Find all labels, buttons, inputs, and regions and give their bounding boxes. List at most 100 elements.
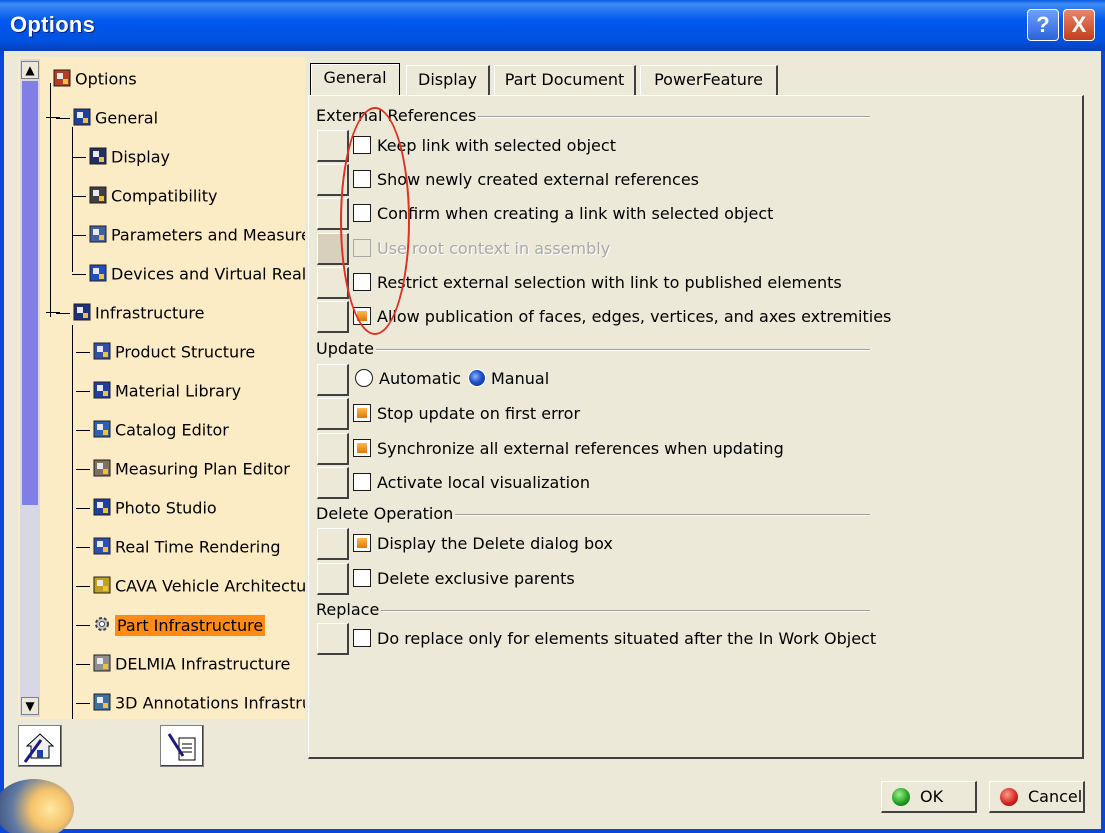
tree-item-part-infrastructure[interactable]: Part Infrastructure	[92, 612, 266, 638]
tree-item-label: Compatibility	[111, 186, 218, 206]
scroll-thumb[interactable]	[22, 81, 38, 505]
house-tools-icon	[23, 733, 55, 763]
options-export-button[interactable]	[160, 725, 204, 767]
checkbox[interactable]	[353, 569, 371, 587]
tree-item-label: General	[95, 108, 159, 128]
tree-item-cava-vehicle-architectur[interactable]: CAVA Vehicle Architectur	[92, 573, 305, 599]
tree-item-devices-and-virtual-realit[interactable]: Devices and Virtual Realit	[88, 261, 305, 287]
lock-icon[interactable]	[317, 528, 349, 560]
tree-item-real-time-rendering[interactable]: Real Time Rendering	[92, 534, 281, 560]
tree-line	[72, 196, 86, 197]
option-label: Confirm when creating a link with select…	[377, 204, 774, 223]
lock-icon[interactable]	[317, 398, 349, 430]
general-icon	[72, 107, 92, 127]
tree-line	[56, 118, 70, 119]
option-label: Show newly created external references	[377, 170, 700, 189]
cancel-label: Cancel	[1028, 787, 1083, 806]
tree-line	[76, 664, 90, 665]
tree-item-3d-annotations-infrastru[interactable]: 3D Annotations Infrastru	[92, 690, 305, 716]
lock-icon[interactable]	[317, 467, 349, 499]
cancel-red-icon	[1000, 788, 1018, 806]
tree-item-photo-studio[interactable]: Photo Studio	[92, 495, 217, 521]
checkbox[interactable]	[353, 439, 371, 457]
tree-line	[76, 586, 90, 587]
option-label: Allow publication of faces, edges, verti…	[377, 307, 892, 326]
tab-powerfeature[interactable]: PowerFeature	[640, 65, 778, 95]
tree-item-label: Product Structure	[115, 342, 256, 362]
lock-icon[interactable]	[317, 623, 349, 655]
checkbox[interactable]	[353, 404, 371, 422]
display-icon	[88, 146, 108, 166]
option-label: Synchronize all external references when…	[377, 439, 784, 458]
lock-icon[interactable]	[317, 301, 349, 333]
tree-item-material-library[interactable]: Material Library	[92, 378, 241, 404]
checkbox[interactable]	[353, 534, 371, 552]
tree-item-infrastructure[interactable]: Infrastructure	[72, 300, 204, 326]
tree-item-label: DELMIA Infrastructure	[115, 654, 291, 674]
options-home-button[interactable]	[18, 725, 62, 767]
title-bar: Options ? X	[0, 0, 1105, 51]
option-label: Display the Delete dialog box	[377, 534, 613, 553]
option-label: Restrict external selection with link to…	[377, 273, 842, 292]
section-title: Replace	[316, 600, 382, 619]
catalog-editor-icon	[92, 419, 112, 439]
tree-line	[76, 508, 90, 509]
help-button[interactable]: ?	[1027, 9, 1059, 41]
tree-item-measuring-plan-editor[interactable]: Measuring Plan Editor	[92, 456, 290, 482]
section-divider	[316, 610, 870, 612]
tree-item-label: Infrastructure	[95, 303, 205, 323]
scroll-down-icon[interactable]: ▼	[21, 697, 39, 715]
checkbox[interactable]	[353, 473, 371, 491]
lock-icon[interactable]	[317, 563, 349, 595]
cancel-button[interactable]: Cancel	[989, 781, 1085, 813]
tree-line	[76, 703, 90, 704]
options-tree: ▲ ▼ Options General Display Compatibility Pa…	[18, 57, 305, 719]
scroll-up-icon[interactable]: ▲	[21, 61, 39, 79]
checkbox[interactable]	[353, 629, 371, 647]
tab-general[interactable]: General	[310, 63, 400, 95]
delmia-icon	[92, 653, 112, 673]
window-title: Options	[10, 12, 96, 37]
product-structure-icon	[92, 341, 112, 361]
tree-item-label: Display	[111, 147, 170, 167]
tree-item-delmia-infrastructure[interactable]: DELMIA Infrastructure	[92, 651, 290, 677]
tree-item-parameters-and-measure[interactable]: Parameters and Measure	[88, 222, 305, 248]
tree-item-general[interactable]: General	[72, 105, 158, 131]
option-label: Stop update on first error	[377, 404, 581, 423]
tree-item-display[interactable]: Display	[88, 144, 170, 170]
tree-item-product-structure[interactable]: Product Structure	[92, 339, 255, 365]
parameters-icon	[88, 224, 108, 244]
lock-icon[interactable]	[317, 364, 349, 396]
tree-line	[76, 391, 90, 392]
tab-display[interactable]: Display	[406, 65, 490, 95]
lock-icon[interactable]	[317, 433, 349, 465]
ok-button[interactable]: OK	[881, 781, 977, 813]
tree-item-label: Measuring Plan Editor	[115, 459, 290, 479]
lock-icon[interactable]	[317, 130, 349, 162]
ok-green-icon	[892, 788, 910, 806]
section-divider	[316, 349, 870, 351]
tree-item-label: 3D Annotations Infrastru	[115, 693, 305, 713]
tree-item-compatibility[interactable]: Compatibility	[88, 183, 217, 209]
tree-item-label: Options	[75, 69, 137, 89]
annotations-icon	[92, 692, 112, 712]
tree-line	[76, 352, 90, 353]
gear-icon	[92, 614, 112, 634]
tree-scrollbar[interactable]: ▲ ▼	[20, 59, 40, 717]
close-button[interactable]: X	[1063, 9, 1095, 41]
section-title: Update	[316, 339, 376, 358]
tree-line	[76, 430, 90, 431]
section-title: External References	[316, 106, 479, 125]
tree-item-label: Material Library	[115, 381, 242, 401]
radio-manual[interactable]	[468, 369, 486, 387]
general-tab-page	[308, 95, 1084, 759]
radio-manual-label: Manual	[491, 369, 550, 388]
ok-label: OK	[920, 787, 944, 806]
option-label: Delete exclusive parents	[377, 569, 575, 588]
photo-studio-icon	[92, 497, 112, 517]
real-time-rendering-icon	[92, 536, 112, 556]
tab-part-document[interactable]: Part Document	[494, 65, 636, 95]
tree-item-options[interactable]: Options	[52, 66, 137, 92]
radio-automatic[interactable]	[355, 369, 373, 387]
tree-item-catalog-editor[interactable]: Catalog Editor	[92, 417, 229, 443]
